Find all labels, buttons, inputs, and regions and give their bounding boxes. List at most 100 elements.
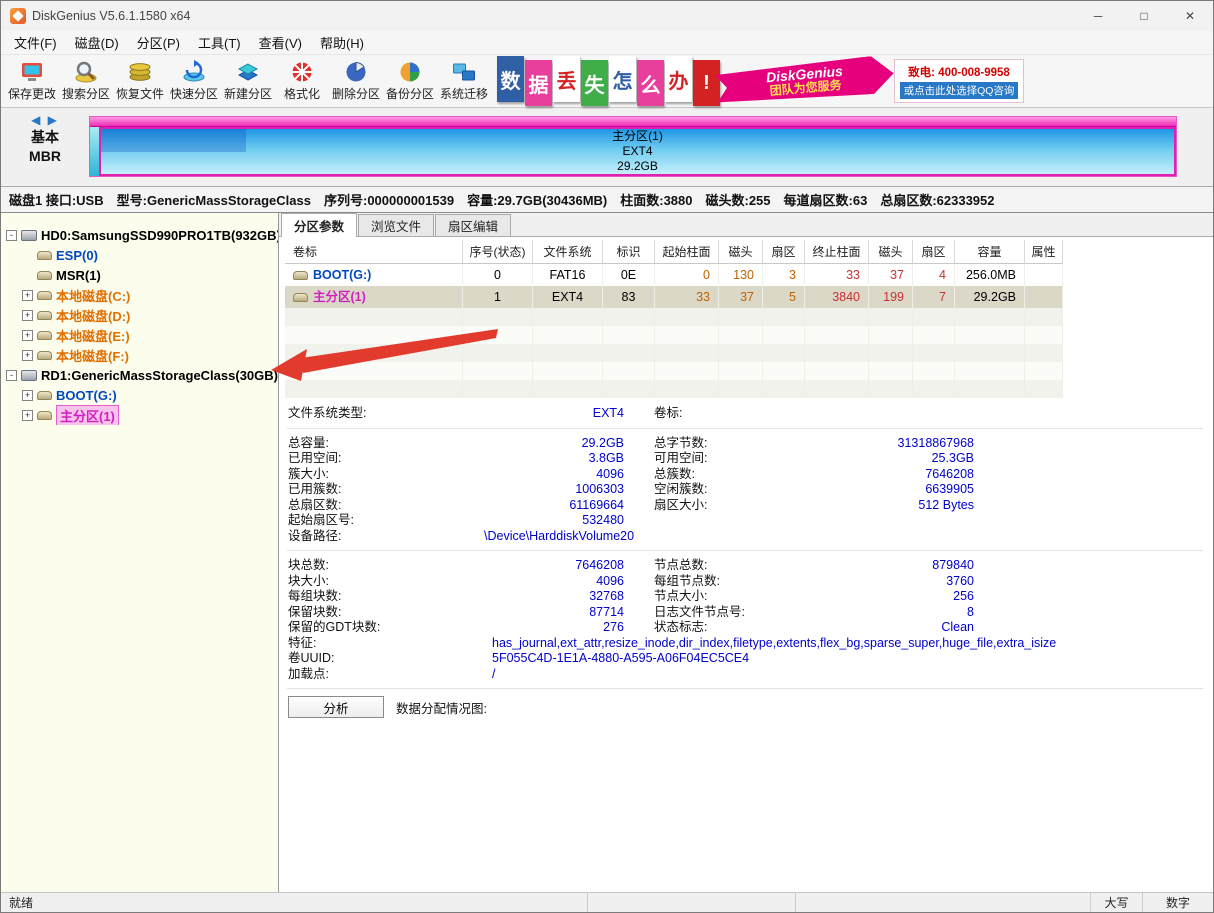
detail-row: 保留的GDT块数:276状态标志:Clean [288, 620, 1203, 635]
search-partition-button[interactable]: 搜索分区 [59, 56, 113, 106]
status-caps-indicator: 大写 [1091, 893, 1143, 912]
promo-tiles: 数 据 丢 失 怎 么 办 ! [497, 58, 720, 104]
status-bar: 就绪 大写 数字 [1, 892, 1213, 912]
tool-label: 系统迁移 [440, 85, 488, 102]
promo-contact[interactable]: 致电: 400-008-9958 或点击此处选择QQ咨询 [894, 59, 1024, 103]
menu-partition[interactable]: 分区(P) [128, 31, 189, 54]
collapse-toggle-icon[interactable]: - [6, 370, 17, 381]
table-row-boot[interactable]: BOOT(G:) 0 FAT16 0E 0 130 3 33 37 4 256.… [285, 264, 1213, 286]
tree-item-rd1[interactable]: - RD1:GenericMassStorageClass(30GB) [1, 365, 278, 385]
detail-row: 总扇区数:61169664扇区大小:512 Bytes [288, 498, 1203, 513]
menu-tools[interactable]: 工具(T) [189, 31, 250, 54]
boot-partition-segment[interactable] [90, 127, 99, 176]
col-id[interactable]: 标识 [603, 240, 655, 264]
table-empty-row [285, 326, 1213, 344]
primary-partition-segment[interactable]: 主分区(1) EXT4 29.2GB [99, 127, 1176, 176]
menu-file[interactable]: 文件(F) [5, 31, 66, 54]
tree-item-local-c[interactable]: + 本地磁盘(C:) [1, 285, 278, 305]
disk-overview-strip[interactable] [90, 117, 1176, 127]
tree-item-hd0[interactable]: - HD0:SamsungSSD990PRO1TB(932GB) [1, 225, 278, 245]
partition-icon [37, 251, 52, 260]
disk-info-sectors-per-track: 每道扇区数:63 [784, 190, 868, 209]
backup-partition-button[interactable]: 备份分区 [383, 56, 437, 106]
save-changes-button[interactable]: 保存更改 [5, 56, 59, 106]
tool-label: 格式化 [284, 85, 320, 102]
col-start-head[interactable]: 磁头 [719, 240, 763, 264]
expand-toggle-icon[interactable]: + [22, 410, 33, 421]
maximize-button[interactable]: □ [1121, 1, 1167, 31]
promo-qq-link[interactable]: 或点击此处选择QQ咨询 [900, 82, 1019, 99]
tab-partition-params[interactable]: 分区参数 [281, 213, 357, 237]
tab-sector-edit[interactable]: 扇区编辑 [435, 214, 511, 236]
tree-item-label: 本地磁盘(C:) [56, 286, 130, 305]
col-filesystem[interactable]: 文件系统 [533, 240, 603, 264]
detail-row: 设备路径:\Device\HarddiskVolume20 [288, 529, 1203, 544]
col-attributes[interactable]: 属性 [1025, 240, 1063, 264]
partition-graph-nav: ◀ ▶ 基本 MBR [1, 108, 89, 186]
expand-toggle-icon[interactable]: + [22, 310, 33, 321]
col-start-sector[interactable]: 扇区 [763, 240, 805, 264]
promo-tile: ! [693, 60, 720, 106]
menu-disk[interactable]: 磁盘(D) [66, 31, 128, 54]
promo-tile: 丢 [553, 56, 580, 102]
quick-partition-icon [182, 60, 206, 84]
tree-item-local-d[interactable]: + 本地磁盘(D:) [1, 305, 278, 325]
backup-partition-icon [398, 60, 422, 84]
minimize-button[interactable]: ─ [1075, 1, 1121, 31]
col-volume[interactable]: 卷标 [285, 240, 463, 264]
expand-toggle-icon[interactable]: + [22, 390, 33, 401]
expand-toggle-icon[interactable]: + [22, 350, 33, 361]
tree-item-boot-g[interactable]: + BOOT(G:) [1, 385, 278, 405]
col-start-cylinder[interactable]: 起始柱面 [655, 240, 719, 264]
col-index-status[interactable]: 序号(状态) [463, 240, 533, 264]
expand-toggle-icon[interactable]: + [22, 330, 33, 341]
delete-partition-button[interactable]: 删除分区 [329, 56, 383, 106]
disk-info-serial: 序列号:000000001539 [324, 190, 454, 209]
analyze-button[interactable]: 分析 [288, 696, 384, 718]
detail-row: 每组块数:32768节点大小:256 [288, 589, 1203, 604]
promo-phone: 致电: 400-008-9958 [908, 64, 1010, 80]
new-partition-button[interactable]: 新建分区 [221, 56, 275, 106]
col-end-head[interactable]: 磁头 [869, 240, 913, 264]
tab-browse-files[interactable]: 浏览文件 [358, 214, 434, 236]
menu-view[interactable]: 查看(V) [250, 31, 311, 54]
disk-icon [21, 230, 37, 241]
tree-item-msr[interactable]: MSR(1) [1, 265, 278, 285]
delete-partition-icon [344, 60, 368, 84]
promo-banner[interactable]: 数 据 丢 失 怎 么 办 ! DiskGenius 团队为您服务 致电: 40… [497, 56, 1024, 106]
expand-toggle-icon[interactable]: + [22, 290, 33, 301]
disk-icon [21, 370, 37, 381]
tree-item-esp[interactable]: ESP(0) [1, 245, 278, 265]
status-segment [796, 893, 1091, 912]
used-space-shade [101, 129, 246, 152]
system-migration-button[interactable]: 系统迁移 [437, 56, 491, 106]
collapse-toggle-icon[interactable]: - [6, 230, 17, 241]
partition-table: 卷标 序号(状态) 文件系统 标识 起始柱面 磁头 扇区 终止柱面 磁头 扇区 … [279, 237, 1213, 398]
expand-toggle-icon[interactable] [22, 270, 33, 281]
table-empty-row [285, 380, 1213, 398]
tree-item-local-e[interactable]: + 本地磁盘(E:) [1, 325, 278, 345]
close-button[interactable]: ✕ [1167, 1, 1213, 31]
next-disk-arrow-icon[interactable]: ▶ [48, 113, 59, 127]
col-end-sector[interactable]: 扇区 [913, 240, 955, 264]
recover-files-button[interactable]: 恢复文件 [113, 56, 167, 106]
prev-disk-arrow-icon[interactable]: ◀ [31, 113, 42, 127]
allocation-map-label: 数据分配情况图: [396, 698, 487, 717]
tree-item-local-f[interactable]: + 本地磁盘(F:) [1, 345, 278, 365]
tree-item-primary-partition[interactable]: + 主分区(1) [1, 405, 278, 425]
col-capacity[interactable]: 容量 [955, 240, 1025, 264]
col-end-cylinder[interactable]: 终止柱面 [805, 240, 869, 264]
disk-bar: 主分区(1) EXT4 29.2GB [89, 116, 1177, 177]
search-icon [74, 60, 98, 84]
promo-tile: 失 [581, 60, 608, 106]
format-button[interactable]: 格式化 [275, 56, 329, 106]
menu-help[interactable]: 帮助(H) [311, 31, 373, 54]
detail-row: 保留块数:87714日志文件节点号:8 [288, 605, 1203, 620]
table-row-primary-selected[interactable]: 主分区(1) 1 EXT4 83 33 37 5 3840 199 7 29.2… [285, 286, 1213, 308]
expand-toggle-icon[interactable] [22, 250, 33, 261]
disk-tree: - HD0:SamsungSSD990PRO1TB(932GB) ESP(0) … [1, 213, 279, 892]
partition-icon [37, 331, 52, 340]
tool-label: 搜索分区 [62, 85, 110, 102]
quick-partition-button[interactable]: 快速分区 [167, 56, 221, 106]
tool-label: 快速分区 [170, 85, 218, 102]
